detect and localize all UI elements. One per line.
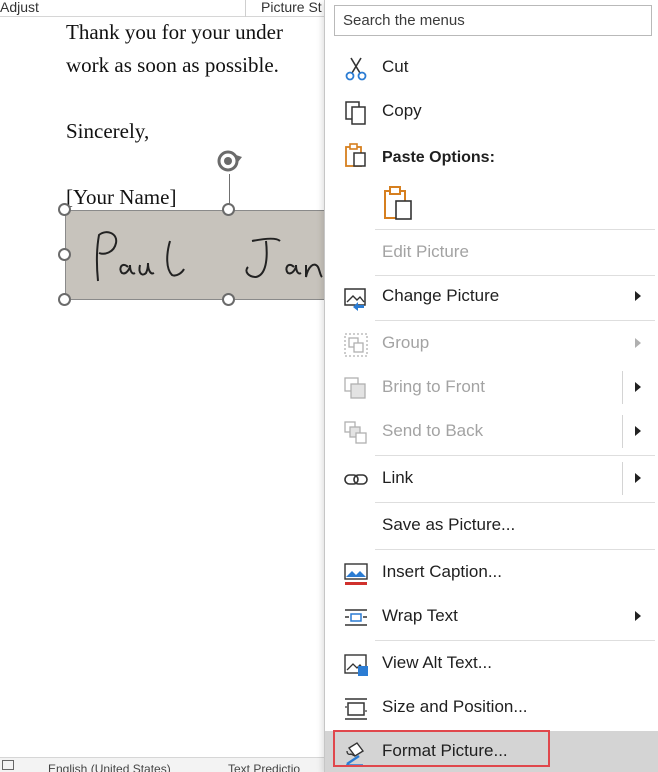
paste-options-label: Paste Options: [382,149,495,166]
menu-search-input[interactable] [334,5,652,36]
menu-divider [375,455,655,456]
clipboard-icon [345,143,366,167]
menu-item-label: Bring to Front [382,377,485,396]
doc-closing: Sincerely, [66,119,150,143]
menu-item-cut[interactable]: Cut [325,47,658,89]
split-separator [622,371,623,404]
insert-caption-icon [344,563,368,585]
ribbon-group-adjust[interactable]: Adjust [0,0,39,15]
menu-item-group[interactable]: Group [325,323,658,365]
resize-handle-bottom-left[interactable] [58,293,71,306]
submenu-arrow-icon [635,611,641,621]
menu-item-label: Edit Picture [382,242,469,261]
menu-divider [375,502,655,503]
menu-item-save-as-picture[interactable]: Save as Picture... [325,505,658,547]
menu-item-label: Link [382,468,414,487]
resize-handle-bottom-middle[interactable] [222,293,235,306]
ribbon-group-picture-styles[interactable]: Picture St [261,0,322,15]
resize-handle-middle-left[interactable] [58,248,71,261]
menu-item-view-alt-text[interactable]: View Alt Text... [325,643,658,685]
change-picture-icon [344,288,366,311]
menu-item-label: Save as Picture... [382,515,516,534]
signature-handwriting [95,231,330,282]
submenu-arrow-icon[interactable] [635,473,641,483]
menu-item-copy[interactable]: Copy [325,91,658,133]
status-language[interactable]: English (United States) [48,762,171,772]
menu-item-label: Change Picture [382,286,500,305]
submenu-arrow-icon[interactable] [635,382,641,392]
menu-item-send-to-back[interactable]: Send to Back [325,411,658,453]
group-icon [344,333,368,357]
link-icon [344,474,368,485]
bring-to-front-icon [344,377,366,399]
submenu-arrow-icon [635,338,641,348]
submenu-arrow-icon [635,291,641,301]
doc-paragraph-line-1: Thank you for your under [66,20,283,44]
ribbon-separator [245,0,246,17]
menu-item-edit-picture[interactable]: Edit Picture [325,232,658,274]
doc-paragraph-line-2: work as soon as possible. [66,53,279,77]
resize-handle-top-middle[interactable] [222,203,235,216]
menu-item-insert-caption[interactable]: Insert Caption... [325,552,658,594]
menu-item-label: Cut [382,57,409,76]
context-menu: Cut Copy Paste Options: Edit Picture [324,0,658,772]
menu-divider [375,640,655,641]
doc-name-placeholder: [Your Name] [66,185,177,209]
status-bar: English (United States) Text Predictio [0,757,330,772]
paste-options-header: Paste Options: [325,138,658,174]
split-separator [622,462,623,495]
menu-item-link[interactable]: Link [325,458,658,500]
status-text-predictions[interactable]: Text Predictio [228,762,300,772]
ribbon-strip: Adjust Picture St [0,0,330,17]
send-to-back-icon [344,421,367,444]
menu-item-label: Wrap Text [382,606,458,625]
menu-item-wrap-text[interactable]: Wrap Text [325,596,658,638]
copy-icon [345,101,366,125]
menu-divider [375,320,655,321]
menu-item-bring-to-front[interactable]: Bring to Front [325,367,658,409]
alt-text-icon [344,654,368,676]
menu-divider [375,229,655,230]
page-view-icon[interactable] [2,760,14,770]
highlight-outline [333,730,550,767]
wrap-text-icon [345,609,367,626]
scissors-icon [345,57,367,81]
menu-item-label: Size and Position... [382,697,528,716]
signature-image[interactable] [65,210,330,300]
menu-item-label: Copy [382,101,422,120]
menu-item-label: Insert Caption... [382,562,503,581]
rotate-handle-icon[interactable] [214,145,244,175]
paste-keep-formatting-icon[interactable] [381,184,417,224]
menu-item-label: Send to Back [382,421,484,440]
document-page[interactable]: Thank you for your under work as soon as… [0,17,330,757]
menu-item-size-and-position[interactable]: Size and Position... [325,687,658,729]
submenu-arrow-icon[interactable] [635,426,641,436]
menu-item-label: View Alt Text... [382,653,492,672]
size-position-icon [345,698,367,720]
resize-handle-top-left[interactable] [58,203,71,216]
menu-divider [375,549,655,550]
menu-item-change-picture[interactable]: Change Picture [325,276,658,318]
menu-item-label: Group [382,333,430,352]
split-separator [622,415,623,448]
